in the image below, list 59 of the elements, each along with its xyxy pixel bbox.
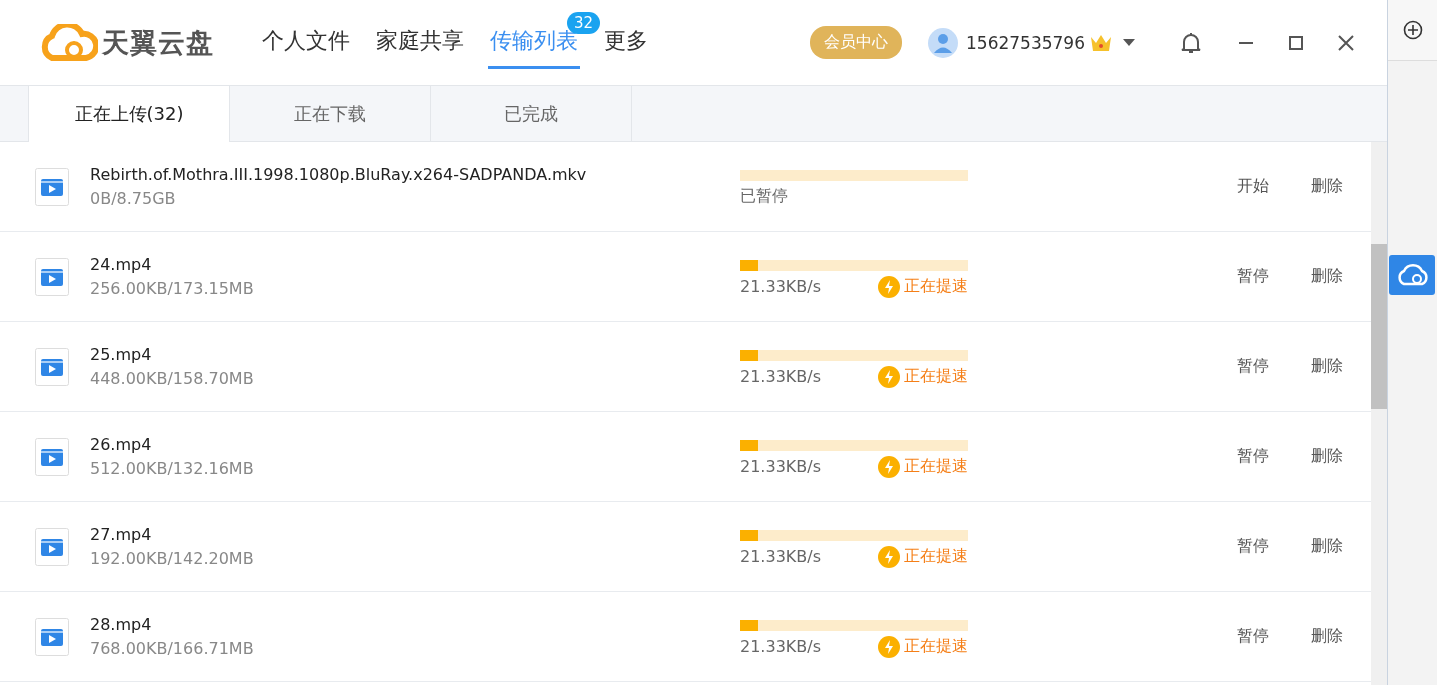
lightning-icon xyxy=(878,365,900,388)
lightning-icon xyxy=(878,275,900,298)
lightning-icon xyxy=(878,545,900,568)
row-action-link[interactable]: 删除 xyxy=(1311,356,1343,377)
row-action-link[interactable]: 删除 xyxy=(1311,446,1343,467)
lightning-icon xyxy=(878,635,900,658)
file-name: 24.mp4 xyxy=(90,255,153,274)
transfer-status: 21.33KB/s xyxy=(740,277,821,296)
transfer-status: 21.33KB/s xyxy=(740,547,821,566)
row-action-link[interactable]: 删除 xyxy=(1311,536,1343,557)
row-action-link[interactable]: 删除 xyxy=(1311,626,1343,647)
file-name: 26.mp4 xyxy=(90,435,153,454)
video-file-icon xyxy=(35,617,69,656)
avatar-icon xyxy=(928,27,958,58)
transfer-status: 已暂停 xyxy=(740,186,788,207)
file-name: Rebirth.of.Mothra.III.1998.1080p.BluRay.x264-SADPANDA.mkv xyxy=(90,165,588,184)
boost-status: 正在提速 xyxy=(904,276,968,297)
video-file-icon xyxy=(35,167,69,206)
video-file-icon xyxy=(35,257,69,296)
video-file-icon xyxy=(35,347,69,386)
boost-status: 正在提速 xyxy=(904,636,968,657)
add-circle-icon[interactable] xyxy=(1402,20,1423,40)
nav-tab[interactable]: 个人文件 xyxy=(260,16,352,69)
nav-tab[interactable]: 家庭共享 xyxy=(374,16,466,69)
scrollbar-thumb[interactable] xyxy=(1371,244,1387,409)
transfer-tab[interactable]: 已完成 xyxy=(431,86,632,141)
row-action-link[interactable]: 删除 xyxy=(1311,266,1343,287)
row-action-link[interactable]: 暂停 xyxy=(1237,356,1269,377)
cloud-icon xyxy=(1395,263,1429,287)
file-name: 27.mp4 xyxy=(90,525,153,544)
transfer-tab[interactable]: 正在下载 xyxy=(230,86,431,141)
row-action-link[interactable]: 暂停 xyxy=(1237,446,1269,467)
file-size: 448.00KB/158.70MB xyxy=(90,369,255,388)
row-action-link[interactable]: 暂停 xyxy=(1237,626,1269,647)
logo-text: 天翼云盘 xyxy=(102,25,214,60)
file-size: 0B/8.75GB xyxy=(90,189,177,208)
user-phone[interactable]: 15627535796 xyxy=(966,32,1085,53)
file-name: 28.mp4 xyxy=(90,615,153,634)
file-size: 192.00KB/142.20MB xyxy=(90,549,255,568)
file-size: 256.00KB/173.15MB xyxy=(90,279,255,298)
transfer-tab[interactable]: 正在上传(32) xyxy=(28,86,230,142)
row-action-link[interactable]: 开始 xyxy=(1237,176,1269,197)
row-action-link[interactable]: 暂停 xyxy=(1237,536,1269,557)
transfer-status: 21.33KB/s xyxy=(740,457,821,476)
file-size: 768.00KB/166.71MB xyxy=(90,639,255,658)
nav-tab[interactable]: 更多 xyxy=(602,16,650,69)
video-file-icon xyxy=(35,527,69,566)
boost-status: 正在提速 xyxy=(904,546,968,567)
file-name: 25.mp4 xyxy=(90,345,153,364)
lightning-icon xyxy=(878,455,900,478)
cloud-upload-button[interactable] xyxy=(1389,255,1435,295)
row-action-link[interactable]: 暂停 xyxy=(1237,266,1269,287)
transfer-status: 21.33KB/s xyxy=(740,637,821,656)
boost-status: 正在提速 xyxy=(904,456,968,477)
boost-status: 正在提速 xyxy=(904,366,968,387)
row-action-link[interactable]: 删除 xyxy=(1311,176,1343,197)
file-size: 512.00KB/132.16MB xyxy=(90,459,255,478)
video-file-icon xyxy=(35,437,69,476)
transfer-status: 21.33KB/s xyxy=(740,367,821,386)
